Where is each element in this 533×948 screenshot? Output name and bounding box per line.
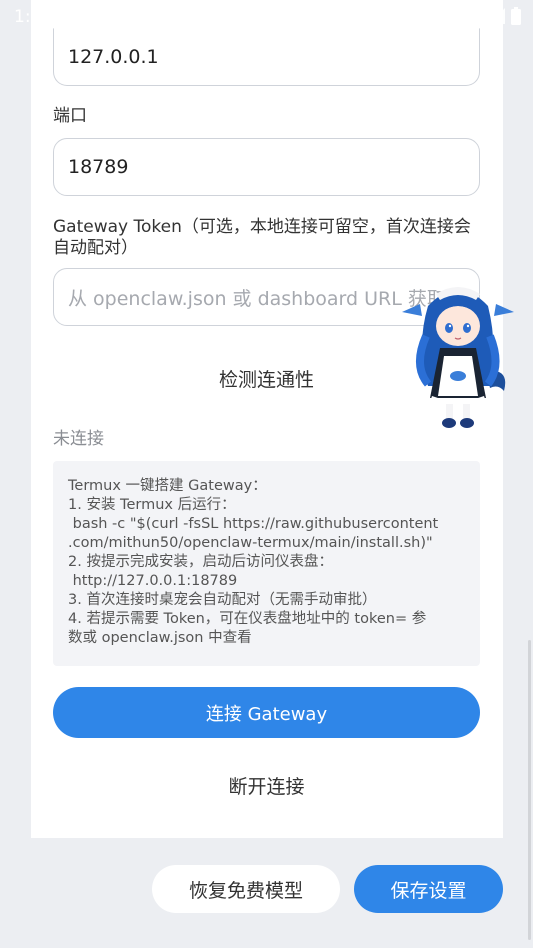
disconnect-button[interactable]: 断开连接 [53, 772, 480, 799]
help-line: 1. 安装 Termux 后运行： [68, 497, 236, 513]
help-line: 4. 若提示需要 Token，可在仪表盘地址中的 token= 参 [68, 611, 427, 627]
help-line: http://127.0.0.1:18789 [68, 573, 238, 589]
port-label: 端口 [53, 106, 87, 126]
help-line: 2. 按提示完成安装，启动后访问仪表盘： [68, 554, 333, 570]
help-line: bash -c "$(curl -fsSL https://raw.github… [68, 516, 439, 532]
connection-status: 未连接 [53, 429, 104, 449]
save-settings-button[interactable]: 保存设置 [354, 865, 503, 913]
help-line: 数或 openclaw.json 中查看 [68, 630, 252, 646]
connect-gateway-button[interactable]: 连接 Gateway [53, 687, 480, 738]
status-icons [463, 7, 521, 25]
host-input[interactable]: 127.0.0.1 [53, 28, 480, 86]
help-line: Termux 一键搭建 Gateway： [68, 478, 267, 494]
status-time: 1:52 [14, 7, 53, 27]
help-line: 3. 首次连接时桌宠会自动配对（无需手动审批） [68, 592, 377, 608]
port-input[interactable]: 18789 [53, 138, 480, 196]
status-bar: 1:52 [0, 0, 533, 36]
token-label-line-2: 自动配对） [53, 238, 138, 258]
restore-free-model-button[interactable]: 恢复免费模型 [152, 865, 340, 913]
token-placeholder: 从 openclaw.json 或 dashboard URL 获取 [68, 287, 446, 310]
help-line: .com/mithun50/openclaw-termux/main/insta… [68, 535, 433, 551]
host-value: 127.0.0.1 [68, 46, 159, 68]
token-label: Gateway Token（可选，本地连接可留空，首次连接会 自动配对） [53, 217, 471, 259]
battery-icon [511, 7, 521, 25]
termux-help-box: Termux 一键搭建 Gateway： 1. 安装 Termux 后运行： b… [53, 461, 480, 666]
wifi-icon [463, 8, 483, 24]
signal-icon [489, 8, 505, 24]
desktop-pet-mascot[interactable] [398, 276, 518, 431]
scrollbar[interactable] [528, 640, 531, 940]
token-label-line-1: Gateway Token（可选，本地连接可留空，首次连接会 [53, 217, 471, 237]
port-value: 18789 [68, 156, 129, 178]
